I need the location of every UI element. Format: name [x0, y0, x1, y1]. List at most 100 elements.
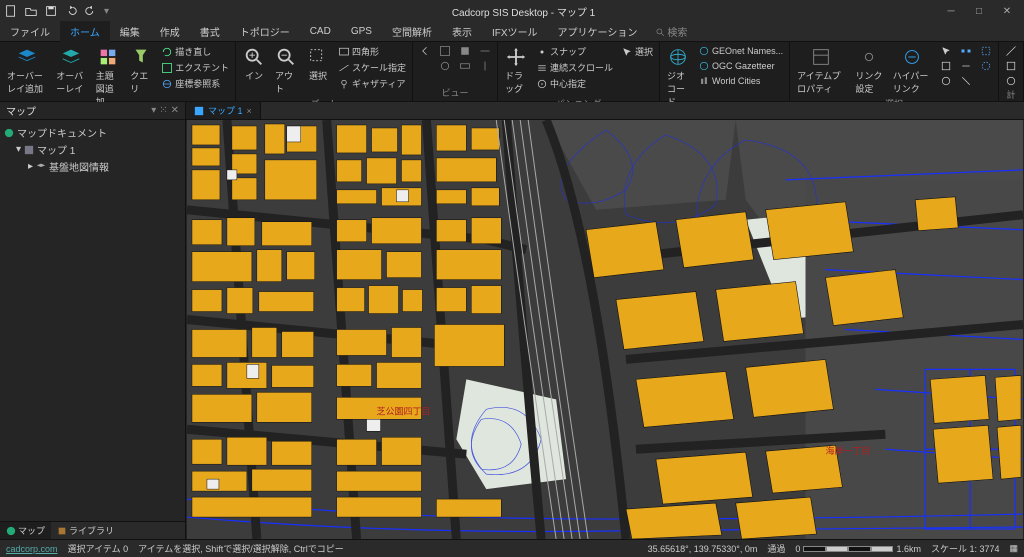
- view-icon1[interactable]: [437, 44, 453, 58]
- expander-icon[interactable]: ▸: [28, 161, 33, 172]
- center-spec-button[interactable]: 中心指定: [534, 76, 615, 91]
- layers-icon: [36, 162, 46, 172]
- status-selected-items: 選択アイテム 0: [68, 542, 129, 555]
- sel-tool-1[interactable]: [938, 44, 954, 58]
- zoom-select-button[interactable]: 選択: [304, 44, 332, 84]
- select-button[interactable]: 選択: [619, 44, 655, 59]
- gazetteer-button[interactable]: ギャザティア: [336, 76, 408, 91]
- tab-view[interactable]: 表示: [442, 21, 482, 42]
- side-tab-library[interactable]: ライブラリ: [51, 522, 120, 539]
- tab-cad[interactable]: CAD: [300, 23, 341, 40]
- open-icon[interactable]: [24, 4, 38, 18]
- view-icon2[interactable]: [437, 59, 453, 73]
- zoom-out-button[interactable]: アウト: [272, 44, 300, 97]
- map-svg: 芝公園四丁目 海岸一丁目: [186, 120, 1024, 539]
- status-hint: アイテムを選択, Shiftで選択/選択解除, Ctrlでコピー: [138, 542, 344, 555]
- sel-tool-5[interactable]: [958, 59, 974, 73]
- sel-tool-2[interactable]: [938, 59, 954, 73]
- tab-home[interactable]: ホーム: [60, 21, 110, 42]
- ogc-gazetteer-button[interactable]: OGC Gazetteer: [696, 59, 785, 73]
- view-icon3[interactable]: [457, 44, 473, 58]
- tab-edit[interactable]: 編集: [110, 21, 150, 42]
- tree: マップドキュメント ▾ マップ 1 ▸ 基盤地図情報: [0, 120, 185, 521]
- side-panel: マップ ▾ ⁙ ✕ マップドキュメント ▾ マップ 1 ▸ 基盤地図情報: [0, 102, 186, 539]
- tab-file[interactable]: ファイル: [0, 21, 60, 42]
- map-label: 芝公園四丁目: [377, 405, 431, 416]
- titlebar: ▾ Cadcorp SIS Desktop - マップ 1 ─ □ ✕: [0, 0, 1024, 22]
- hyperlink-button[interactable]: ハイパーリンク: [890, 44, 934, 97]
- sel-tool-7[interactable]: [978, 44, 994, 58]
- redo-icon[interactable]: [84, 4, 98, 18]
- tab-topology[interactable]: トポロジー: [230, 21, 300, 42]
- view-icon6[interactable]: [477, 59, 493, 73]
- search-icon: [655, 27, 665, 37]
- ribbon: オーバーレイ追加 オーバーレイ 主題図追加 クエリ 描き直し エクステント 座標…: [0, 42, 1024, 102]
- search-box[interactable]: 検索: [655, 24, 687, 39]
- workspace: マップ ▾ ⁙ ✕ マップドキュメント ▾ マップ 1 ▸ 基盤地図情報: [0, 102, 1024, 539]
- close-button[interactable]: ✕: [994, 2, 1020, 20]
- side-tab-map[interactable]: マップ: [0, 522, 51, 539]
- link-settings-button[interactable]: リンク設定: [852, 44, 885, 97]
- new-doc-icon[interactable]: [4, 4, 18, 18]
- close-tab-icon[interactable]: ×: [247, 106, 252, 116]
- side-bottom-tabs: マップ ライブラリ: [0, 521, 185, 539]
- zoom-in-button[interactable]: イン: [240, 44, 268, 84]
- sel-tool-3[interactable]: [938, 74, 954, 88]
- map-icon: [24, 145, 34, 155]
- tree-basemap[interactable]: ▸ 基盤地図情報: [4, 158, 181, 175]
- geocode-button[interactable]: ジオコード: [664, 44, 692, 110]
- status-extras: 通過: [767, 542, 785, 555]
- tree-map1[interactable]: ▾ マップ 1: [4, 141, 181, 158]
- status-layout-icon[interactable]: ▦: [1009, 543, 1018, 554]
- side-pin-icon[interactable]: ▾: [151, 105, 156, 116]
- minimize-button[interactable]: ─: [938, 2, 964, 20]
- world-icon: [4, 128, 14, 138]
- geonet-button[interactable]: GEOnet Names...: [696, 44, 785, 58]
- overlay-add-button[interactable]: オーバーレイ追加: [4, 44, 49, 97]
- redraw-button[interactable]: 描き直し: [159, 44, 231, 59]
- rect-button[interactable]: 四角形: [336, 44, 408, 59]
- book-icon: [57, 526, 67, 536]
- measure-1[interactable]: [1003, 44, 1019, 58]
- extent-button[interactable]: エクステント: [159, 60, 231, 75]
- undo-icon[interactable]: [64, 4, 78, 18]
- side-close-icon[interactable]: ✕: [171, 105, 179, 116]
- tab-create[interactable]: 作成: [150, 21, 190, 42]
- save-icon[interactable]: [44, 4, 58, 18]
- maximize-button[interactable]: □: [966, 2, 992, 20]
- status-scalebar: 0 1.6km: [795, 544, 921, 554]
- main-area: マップ 1 ×: [186, 102, 1024, 539]
- scale-spec-button[interactable]: スケール指定: [336, 60, 408, 75]
- tab-gps[interactable]: GPS: [341, 23, 382, 40]
- tab-spatial[interactable]: 空間解析: [382, 21, 442, 42]
- snap-button[interactable]: スナップ: [534, 44, 615, 59]
- tab-ifx[interactable]: IFXツール: [482, 21, 548, 42]
- sel-tool-8[interactable]: [978, 59, 994, 73]
- expander-icon[interactable]: ▾: [16, 144, 21, 155]
- tree-root[interactable]: マップドキュメント: [4, 124, 181, 141]
- world-cities-button[interactable]: World Cities: [696, 74, 785, 88]
- tab-style[interactable]: 書式: [190, 21, 230, 42]
- statusbar: cadcorp.com 選択アイテム 0 アイテムを選択, Shiftで選択/選…: [0, 539, 1024, 557]
- measure-3[interactable]: [1003, 74, 1019, 88]
- sel-tool-4[interactable]: [958, 44, 974, 58]
- crs-button[interactable]: 座標参照系: [159, 76, 231, 91]
- tab-app[interactable]: アプリケーション: [548, 21, 648, 42]
- thematic-add-button[interactable]: 主題図追加: [93, 44, 124, 110]
- query-button[interactable]: クエリ: [127, 44, 155, 97]
- continuous-scroll-button[interactable]: 連続スクロール: [534, 60, 615, 75]
- view-icon4[interactable]: [457, 59, 473, 73]
- item-properties-button[interactable]: アイテムプロパティ: [794, 44, 848, 97]
- map-canvas[interactable]: 芝公園四丁目 海岸一丁目: [186, 120, 1024, 539]
- view-icon5[interactable]: [477, 44, 493, 58]
- sel-tool-6[interactable]: [958, 74, 974, 88]
- measure-2[interactable]: [1003, 59, 1019, 73]
- side-menu-icon[interactable]: ⁙: [159, 105, 167, 116]
- overlay-button[interactable]: オーバーレイ: [53, 44, 88, 97]
- drag-button[interactable]: ドラッグ: [502, 44, 530, 97]
- status-link[interactable]: cadcorp.com: [6, 544, 58, 554]
- view-nav-back[interactable]: [417, 44, 433, 58]
- status-scale: スケール 1: 3774: [931, 542, 1000, 555]
- window-title: Cadcorp SIS Desktop - マップ 1: [109, 4, 938, 19]
- doc-tab-map1[interactable]: マップ 1 ×: [186, 102, 261, 119]
